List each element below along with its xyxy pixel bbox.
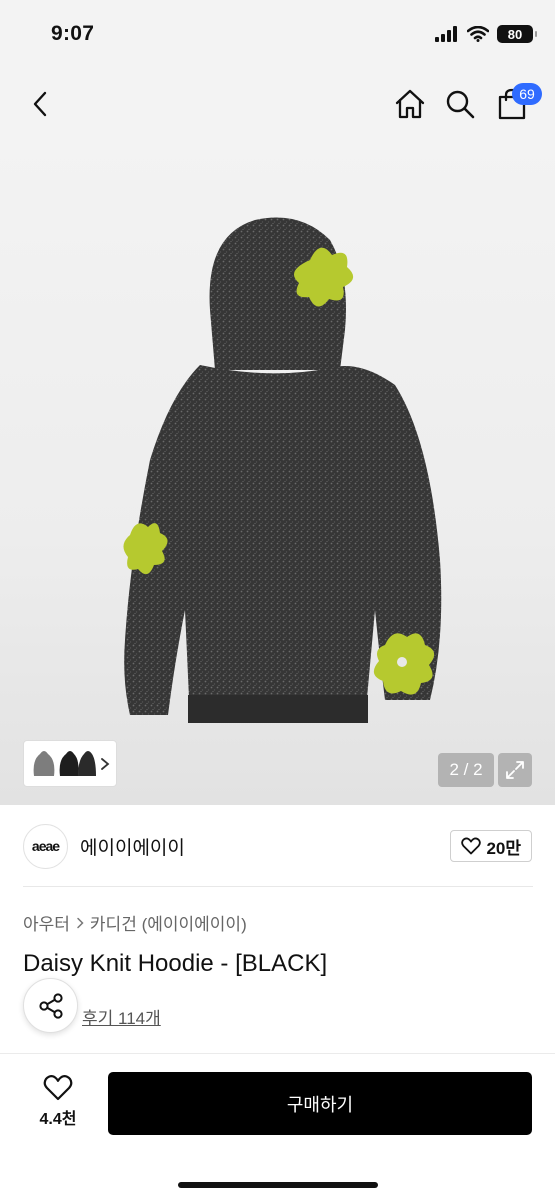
breadcrumb-category[interactable]: 아우터 xyxy=(23,910,70,935)
share-icon xyxy=(38,992,63,1019)
heart-icon xyxy=(43,1075,73,1101)
share-button[interactable] xyxy=(23,978,78,1033)
brand-name[interactable]: 에이이에이이 xyxy=(80,833,185,860)
breadcrumb: 아우터 카디건 (에이이에이이) xyxy=(23,910,247,935)
home-icon xyxy=(395,89,425,119)
chevron-right-icon xyxy=(101,757,110,770)
divider xyxy=(23,886,533,887)
review-link[interactable]: 후기 114개 xyxy=(82,1004,161,1029)
thumbnail-images xyxy=(33,750,96,776)
cart-button[interactable]: 69 xyxy=(492,83,542,124)
status-bar: 9:07 80 xyxy=(0,0,555,70)
nav-bar: 69 xyxy=(0,70,555,140)
brand-row[interactable]: aeae 에이이에이이 20만 xyxy=(23,820,533,872)
wishlist-count: 4.4천 xyxy=(39,1111,77,1128)
battery-indicator: 80 xyxy=(497,25,537,43)
home-indicator xyxy=(178,1182,378,1188)
chevron-right-icon xyxy=(77,917,84,928)
brand-like-button[interactable]: 20만 xyxy=(450,830,532,862)
heart-icon xyxy=(461,837,482,855)
brand-like-count: 20만 xyxy=(486,838,521,858)
buy-button[interactable]: 구매하기 xyxy=(108,1072,532,1135)
wishlist-button[interactable]: 4.4천 xyxy=(30,1074,86,1129)
cart-count-badge: 69 xyxy=(512,83,542,105)
brand-logo[interactable]: aeae xyxy=(23,823,68,869)
image-counter: 2 / 2 xyxy=(438,753,494,787)
breadcrumb-subcategory[interactable]: 카디건 (에이이에이이) xyxy=(90,910,247,935)
chevron-left-icon xyxy=(33,91,47,117)
status-icons: 80 xyxy=(435,25,537,43)
thumbnail-strip[interactable] xyxy=(23,740,117,787)
hoodie-product-photo xyxy=(123,217,442,723)
expand-icon xyxy=(506,761,524,779)
product-title: Daisy Knit Hoodie - [BLACK] xyxy=(23,950,328,977)
search-icon xyxy=(446,90,475,119)
back-button[interactable] xyxy=(20,84,60,124)
status-time: 9:07 xyxy=(51,22,95,45)
search-button[interactable] xyxy=(440,84,480,124)
home-button[interactable] xyxy=(390,84,430,124)
wifi-icon xyxy=(467,26,489,42)
product-image-gallery[interactable]: 2 / 2 xyxy=(0,140,555,805)
expand-image-button[interactable] xyxy=(498,753,532,787)
signal-icon xyxy=(435,26,457,42)
bottom-purchase-bar: 4.4천 구매하기 xyxy=(0,1053,555,1200)
